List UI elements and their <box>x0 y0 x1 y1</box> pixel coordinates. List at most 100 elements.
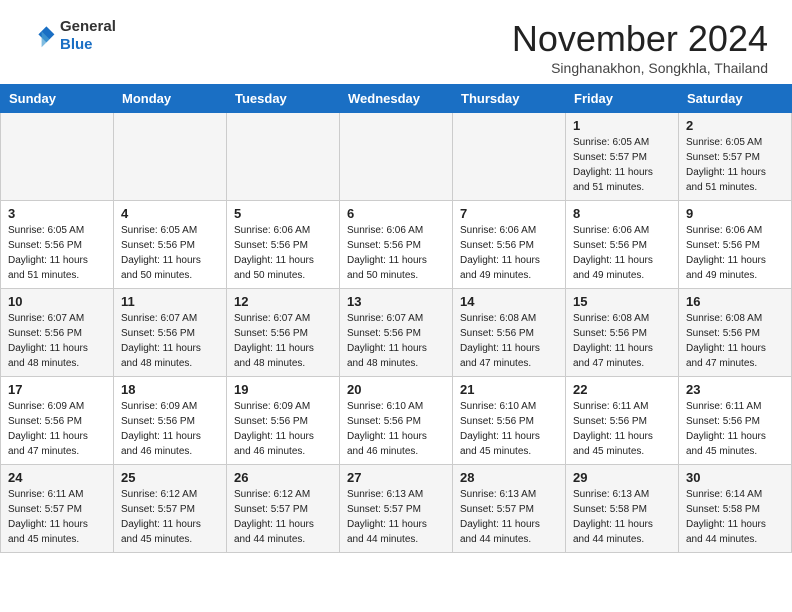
day-number: 12 <box>234 294 332 309</box>
calendar-cell: 30 Sunrise: 6:14 AM Sunset: 5:58 PM Dayli… <box>679 465 792 553</box>
day-info: Sunrise: 6:09 AM Sunset: 5:56 PM Dayligh… <box>8 399 106 459</box>
logo: General Blue <box>24 18 116 54</box>
day-info: Sunrise: 6:13 AM Sunset: 5:58 PM Dayligh… <box>573 487 671 547</box>
day-number: 15 <box>573 294 671 309</box>
calendar-cell: 27Sunrise: 6:13 AM Sunset: 5:57 PM Dayli… <box>340 465 453 553</box>
day-info: Sunrise: 6:10 AM Sunset: 5:56 PM Dayligh… <box>347 399 445 459</box>
calendar-cell: 28 Sunrise: 6:13 AM Sunset: 5:57 PM Dayli… <box>453 465 566 553</box>
calendar-cell: 14 Sunrise: 6:08 AM Sunset: 5:56 PM Dayli… <box>453 289 566 377</box>
day-info: Sunrise: 6:05 AM Sunset: 5:56 PM Dayligh… <box>121 223 219 283</box>
calendar-cell <box>1 113 114 201</box>
day-number: 19 <box>234 382 332 397</box>
day-info: Sunrise: 6:10 AM Sunset: 5:56 PM Dayligh… <box>460 399 558 459</box>
day-number: 22 <box>573 382 671 397</box>
day-number: 24 <box>8 470 106 485</box>
day-number: 9 <box>686 206 784 221</box>
calendar-week-5: 24Sunrise: 6:11 AM Sunset: 5:57 PM Dayli… <box>1 465 792 553</box>
calendar-cell: 10 Sunrise: 6:07 AM Sunset: 5:56 PM Dayli… <box>1 289 114 377</box>
calendar-cell: 16 Sunrise: 6:08 AM Sunset: 5:56 PM Dayli… <box>679 289 792 377</box>
calendar-table: SundayMondayTuesdayWednesdayThursdayFrid… <box>0 84 792 553</box>
day-info: Sunrise: 6:05 AM Sunset: 5:56 PM Dayligh… <box>8 223 106 283</box>
calendar-cell: 5Sunrise: 6:06 AM Sunset: 5:56 PM Daylig… <box>227 201 340 289</box>
calendar-cell: 25 Sunrise: 6:12 AM Sunset: 5:57 PM Dayli… <box>114 465 227 553</box>
calendar-cell: 15 Sunrise: 6:08 AM Sunset: 5:56 PM Dayli… <box>566 289 679 377</box>
day-number: 29 <box>573 470 671 485</box>
weekday-header-wednesday: Wednesday <box>340 85 453 113</box>
day-number: 16 <box>686 294 784 309</box>
calendar-cell: 7Sunrise: 6:06 AM Sunset: 5:56 PM Daylig… <box>453 201 566 289</box>
day-number: 21 <box>460 382 558 397</box>
day-info: Sunrise: 6:07 AM Sunset: 5:56 PM Dayligh… <box>8 311 106 371</box>
calendar-cell: 2 Sunrise: 6:05 AM Sunset: 5:57 PM Daylig… <box>679 113 792 201</box>
calendar-cell: 20 Sunrise: 6:10 AM Sunset: 5:56 PM Dayli… <box>340 377 453 465</box>
day-number: 23 <box>686 382 784 397</box>
day-number: 26 <box>234 470 332 485</box>
day-number: 8 <box>573 206 671 221</box>
calendar-cell <box>114 113 227 201</box>
calendar-cell: 18Sunrise: 6:09 AM Sunset: 5:56 PM Dayli… <box>114 377 227 465</box>
calendar-cell: 9 Sunrise: 6:06 AM Sunset: 5:56 PM Daylig… <box>679 201 792 289</box>
calendar-cell: 24Sunrise: 6:11 AM Sunset: 5:57 PM Dayli… <box>1 465 114 553</box>
day-info: Sunrise: 6:12 AM Sunset: 5:57 PM Dayligh… <box>121 487 219 547</box>
location-subtitle: Singhanakhon, Songkhla, Thailand <box>512 60 768 76</box>
day-info: Sunrise: 6:11 AM Sunset: 5:56 PM Dayligh… <box>686 399 784 459</box>
day-info: Sunrise: 6:09 AM Sunset: 5:56 PM Dayligh… <box>234 399 332 459</box>
weekday-header-saturday: Saturday <box>679 85 792 113</box>
calendar-week-3: 10 Sunrise: 6:07 AM Sunset: 5:56 PM Dayli… <box>1 289 792 377</box>
day-number: 1 <box>573 118 671 133</box>
day-number: 10 <box>8 294 106 309</box>
day-number: 17 <box>8 382 106 397</box>
day-info: Sunrise: 6:07 AM Sunset: 5:56 PM Dayligh… <box>121 311 219 371</box>
day-info: Sunrise: 6:05 AM Sunset: 5:57 PM Dayligh… <box>573 135 671 195</box>
day-number: 11 <box>121 294 219 309</box>
weekday-header-tuesday: Tuesday <box>227 85 340 113</box>
weekday-header-friday: Friday <box>566 85 679 113</box>
day-info: Sunrise: 6:09 AM Sunset: 5:56 PM Dayligh… <box>121 399 219 459</box>
calendar-cell: 1 Sunrise: 6:05 AM Sunset: 5:57 PM Daylig… <box>566 113 679 201</box>
day-number: 3 <box>8 206 106 221</box>
calendar-cell: 11 Sunrise: 6:07 AM Sunset: 5:56 PM Dayli… <box>114 289 227 377</box>
weekday-header-monday: Monday <box>114 85 227 113</box>
month-title: November 2024 <box>512 18 768 60</box>
calendar-week-4: 17 Sunrise: 6:09 AM Sunset: 5:56 PM Dayli… <box>1 377 792 465</box>
day-info: Sunrise: 6:13 AM Sunset: 5:57 PM Dayligh… <box>460 487 558 547</box>
calendar-cell: 13 Sunrise: 6:07 AM Sunset: 5:56 PM Dayli… <box>340 289 453 377</box>
day-number: 25 <box>121 470 219 485</box>
calendar-cell: 3 Sunrise: 6:05 AM Sunset: 5:56 PM Daylig… <box>1 201 114 289</box>
day-number: 13 <box>347 294 445 309</box>
day-info: Sunrise: 6:12 AM Sunset: 5:57 PM Dayligh… <box>234 487 332 547</box>
calendar-cell: 29 Sunrise: 6:13 AM Sunset: 5:58 PM Dayli… <box>566 465 679 553</box>
calendar-cell: 12 Sunrise: 6:07 AM Sunset: 5:56 PM Dayli… <box>227 289 340 377</box>
weekday-header-thursday: Thursday <box>453 85 566 113</box>
day-number: 14 <box>460 294 558 309</box>
calendar-cell: 22 Sunrise: 6:11 AM Sunset: 5:56 PM Dayli… <box>566 377 679 465</box>
calendar-cell <box>340 113 453 201</box>
logo-text: General Blue <box>60 18 116 54</box>
day-number: 6 <box>347 206 445 221</box>
calendar-cell: 19 Sunrise: 6:09 AM Sunset: 5:56 PM Dayli… <box>227 377 340 465</box>
day-info: Sunrise: 6:08 AM Sunset: 5:56 PM Dayligh… <box>460 311 558 371</box>
day-number: 28 <box>460 470 558 485</box>
day-info: Sunrise: 6:08 AM Sunset: 5:56 PM Dayligh… <box>686 311 784 371</box>
day-info: Sunrise: 6:06 AM Sunset: 5:56 PM Dayligh… <box>347 223 445 283</box>
day-number: 20 <box>347 382 445 397</box>
day-info: Sunrise: 6:14 AM Sunset: 5:58 PM Dayligh… <box>686 487 784 547</box>
day-info: Sunrise: 6:06 AM Sunset: 5:56 PM Dayligh… <box>686 223 784 283</box>
day-info: Sunrise: 6:08 AM Sunset: 5:56 PM Dayligh… <box>573 311 671 371</box>
weekday-header-sunday: Sunday <box>1 85 114 113</box>
calendar-cell: 21 Sunrise: 6:10 AM Sunset: 5:56 PM Dayli… <box>453 377 566 465</box>
calendar-cell: 26 Sunrise: 6:12 AM Sunset: 5:57 PM Dayli… <box>227 465 340 553</box>
day-number: 2 <box>686 118 784 133</box>
calendar-cell: 6 Sunrise: 6:06 AM Sunset: 5:56 PM Daylig… <box>340 201 453 289</box>
calendar-cell <box>227 113 340 201</box>
day-info: Sunrise: 6:05 AM Sunset: 5:57 PM Dayligh… <box>686 135 784 195</box>
day-info: Sunrise: 6:11 AM Sunset: 5:56 PM Dayligh… <box>573 399 671 459</box>
day-number: 30 <box>686 470 784 485</box>
calendar-cell: 8 Sunrise: 6:06 AM Sunset: 5:56 PM Daylig… <box>566 201 679 289</box>
title-section: November 2024 Singhanakhon, Songkhla, Th… <box>512 18 768 76</box>
logo-icon <box>24 20 56 52</box>
day-info: Sunrise: 6:07 AM Sunset: 5:56 PM Dayligh… <box>234 311 332 371</box>
day-info: Sunrise: 6:07 AM Sunset: 5:56 PM Dayligh… <box>347 311 445 371</box>
calendar-week-2: 3 Sunrise: 6:05 AM Sunset: 5:56 PM Daylig… <box>1 201 792 289</box>
day-info: Sunrise: 6:06 AM Sunset: 5:56 PM Dayligh… <box>573 223 671 283</box>
